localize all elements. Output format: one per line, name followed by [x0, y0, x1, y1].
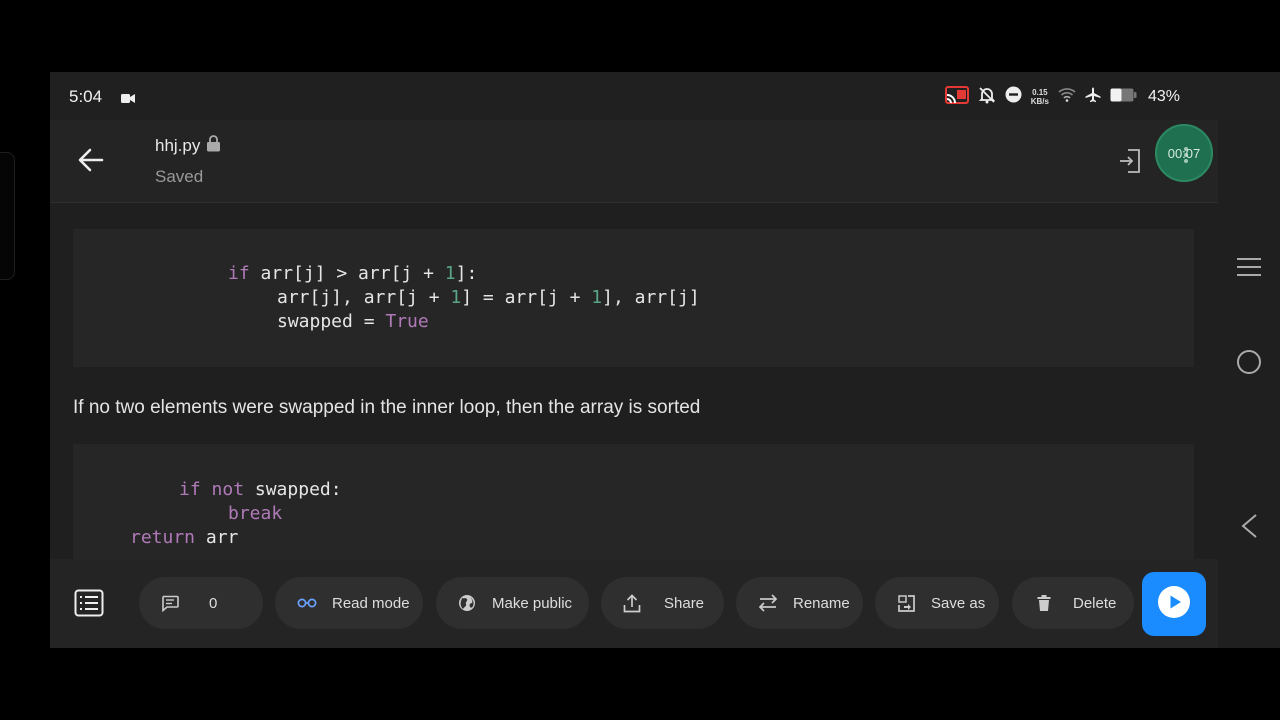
glasses-icon [297, 598, 317, 608]
code-line: arr[j], arr[j + 1] = arr[j + 1], arr[j] [277, 286, 700, 310]
code-text: ]: [455, 263, 478, 284]
code-line: if not swapped: [179, 478, 342, 502]
do-not-disturb-icon [1005, 86, 1022, 108]
rename-label: Rename [793, 594, 850, 612]
read-mode-label: Read mode [332, 594, 410, 612]
code-text: arr[j] > arr[j + [249, 263, 445, 284]
code-text: arr[j], arr[j + [277, 287, 451, 308]
swap-icon [758, 594, 778, 612]
status-icons: 0.15 KB/s 43% [944, 85, 1180, 109]
make-public-label: Make public [492, 594, 573, 612]
code-line: if arr[j] > arr[j + 1]: [228, 262, 477, 286]
code-number: 1 [591, 287, 603, 308]
share-label: Share [664, 594, 705, 612]
trash-icon [1037, 595, 1051, 611]
code-line: return arr [130, 526, 238, 550]
status-bar: 5:04 0.15 KB/s 43% [50, 72, 1280, 120]
paragraph-text: If no two elements were swapped in the i… [73, 397, 701, 418]
save-as-icon [897, 594, 916, 613]
triangle-back-icon[interactable] [1240, 513, 1258, 544]
recording-timer[interactable]: 00:07 [1155, 124, 1213, 182]
run-button[interactable] [1142, 572, 1206, 636]
device-screen: 5:04 0.15 KB/s 43% hhj.py Saved 00:07 if… [50, 72, 1280, 648]
battery-icon [1110, 88, 1137, 107]
code-line: swapped = True [277, 310, 429, 334]
delete-label: Delete [1073, 594, 1117, 612]
list-icon[interactable] [74, 589, 104, 622]
circle-icon[interactable] [1236, 349, 1262, 380]
comment-icon [161, 595, 179, 612]
side-notch [0, 152, 15, 280]
globe-icon [458, 594, 476, 612]
system-nav-bar [1218, 120, 1280, 648]
comments-button[interactable]: 0 [139, 577, 263, 629]
delete-button[interactable]: Delete [1012, 577, 1134, 629]
code-block[interactable]: if not swapped: break return arr [73, 444, 1194, 559]
play-icon [1157, 585, 1191, 624]
network-speed: 0.15 KB/s [1031, 88, 1049, 106]
code-block[interactable]: if arr[j] > arr[j + 1]: arr[j], arr[j + … [73, 229, 1194, 367]
file-title: hhj.py [155, 135, 221, 157]
code-number: 1 [450, 287, 462, 308]
recording-time: 00:07 [1167, 145, 1201, 161]
exit-icon[interactable] [1118, 148, 1142, 179]
document-content[interactable]: if arr[j] > arr[j + 1]: arr[j], arr[j + … [50, 203, 1218, 559]
battery-percent: 43% [1147, 88, 1180, 105]
lock-icon [206, 135, 221, 157]
save-as-button[interactable]: Save as [875, 577, 999, 629]
code-text: ] = arr[j + [461, 287, 592, 308]
comments-count: 0 [209, 594, 218, 612]
video-camera-icon [121, 91, 135, 109]
status-time: 5:04 [69, 87, 103, 106]
cast-icon [944, 85, 969, 109]
rename-button[interactable]: Rename [736, 577, 863, 629]
code-keyword: not [200, 479, 245, 500]
file-name: hhj.py [155, 136, 201, 155]
net-speed-value: 0.15 [1032, 88, 1048, 97]
code-text: swapped: [244, 479, 342, 500]
code-keyword: return [130, 527, 196, 548]
arrow-left-icon[interactable] [78, 148, 104, 177]
menu-icon[interactable] [1236, 257, 1262, 282]
bell-off-icon [978, 86, 996, 109]
code-text: swapped = [277, 311, 386, 332]
airplane-icon [1085, 87, 1101, 108]
read-mode-button[interactable]: Read mode [275, 577, 423, 629]
code-keyword: if [179, 479, 201, 500]
code-keyword: break [228, 503, 283, 524]
net-speed-unit: KB/s [1030, 97, 1049, 106]
save-status: Saved [155, 167, 204, 186]
share-button[interactable]: Share [601, 577, 724, 629]
bottom-toolbar: 0 Read mode Make public Share Rename Sav… [50, 559, 1218, 648]
save-as-label: Save as [931, 594, 986, 612]
code-text: arr [195, 527, 239, 548]
upload-icon [623, 593, 641, 613]
wifi-icon [1058, 87, 1076, 107]
code-keyword: if [228, 263, 250, 284]
code-line: break [228, 502, 282, 526]
code-boolean: True [385, 311, 429, 332]
code-number: 1 [444, 263, 456, 284]
app-bar: hhj.py Saved 00:07 [50, 120, 1218, 203]
make-public-button[interactable]: Make public [436, 577, 589, 629]
code-text: ], arr[j] [602, 287, 700, 308]
